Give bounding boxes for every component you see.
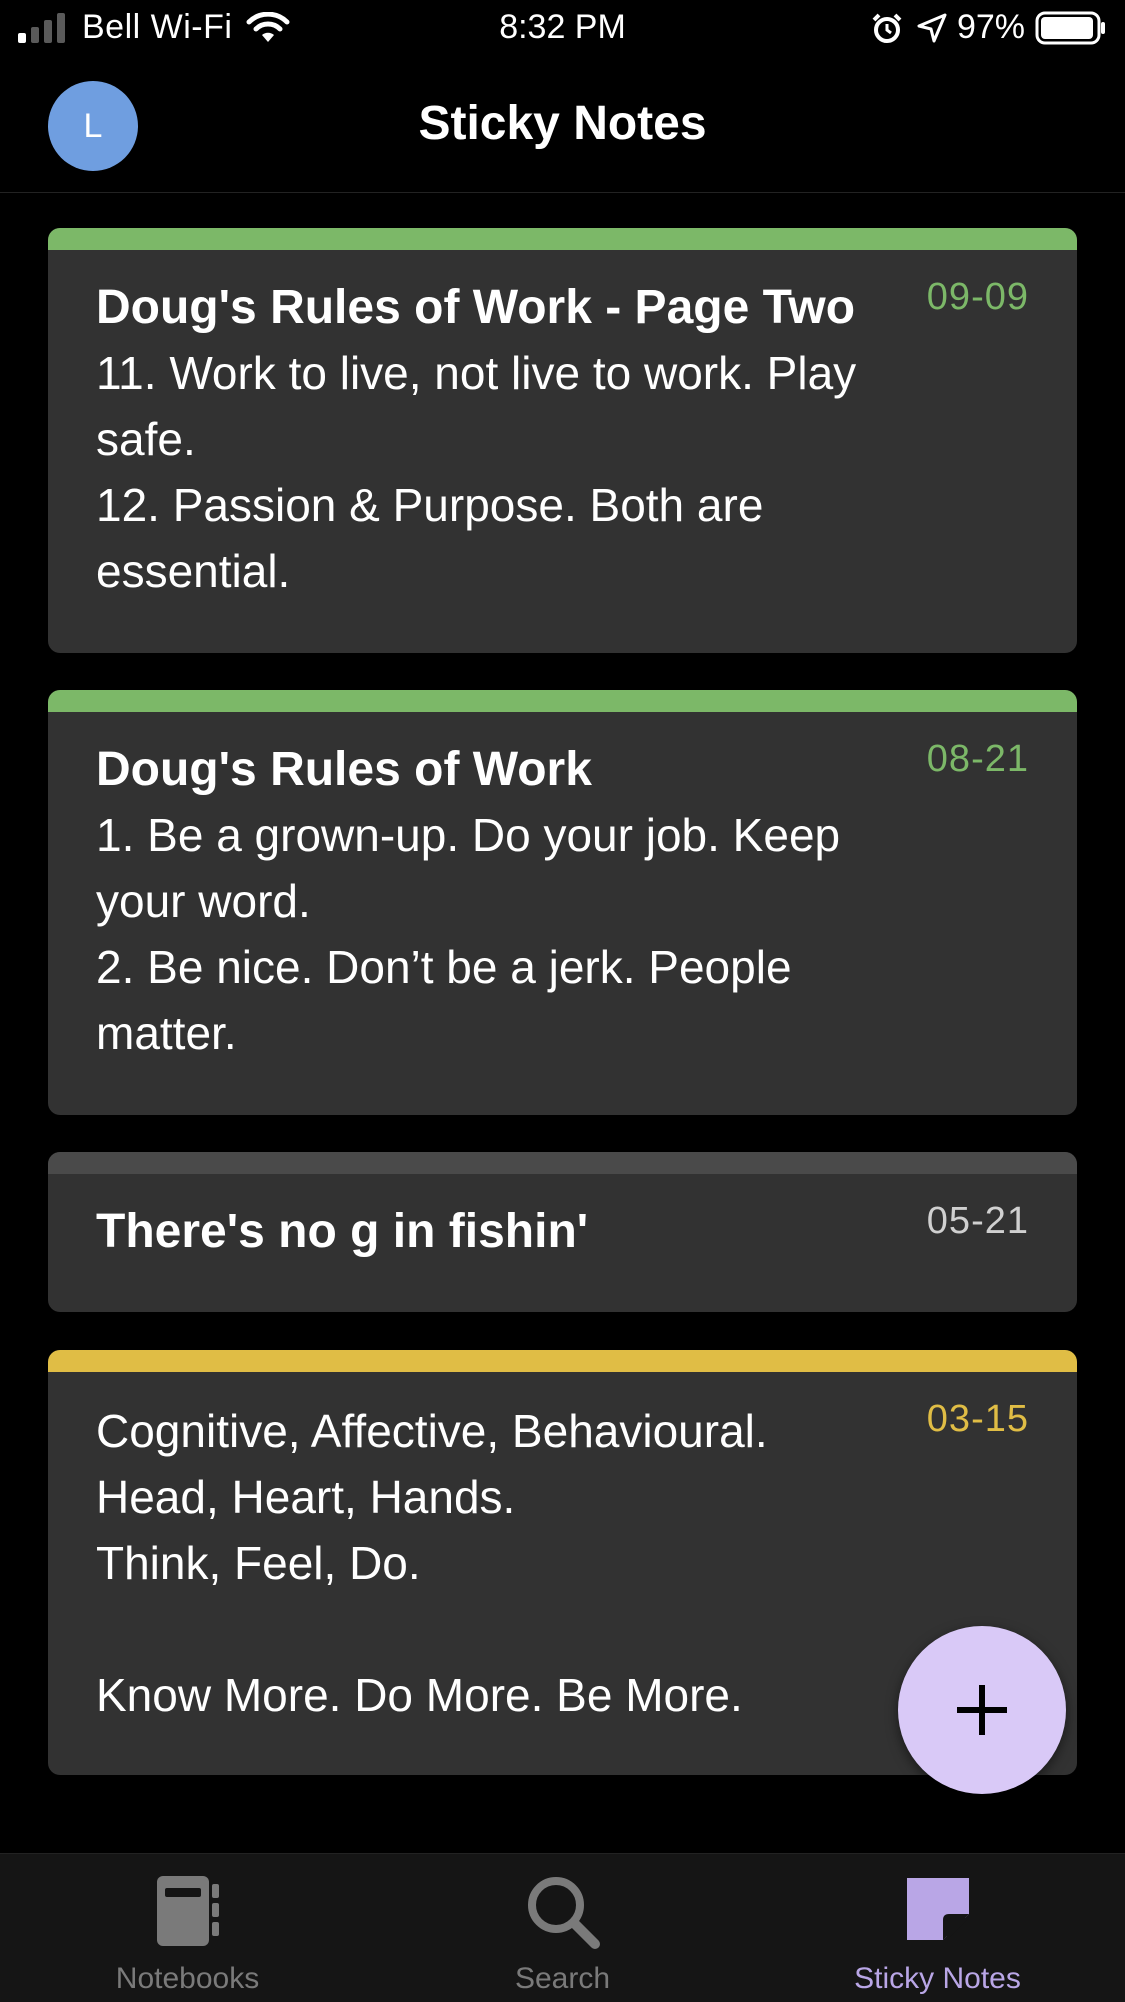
note-color-strip bbox=[48, 228, 1077, 250]
note-color-strip bbox=[48, 1350, 1077, 1372]
tab-label: Search bbox=[514, 1962, 611, 1995]
tab-bar: Notebooks Search Sticky Notes bbox=[0, 1853, 1125, 2002]
page-title: Sticky Notes bbox=[418, 97, 707, 150]
sticky-note-card[interactable]: There's no g in fishin' 05-21 bbox=[48, 1152, 1077, 1312]
note-date: 05-21 bbox=[926, 1200, 1029, 1242]
note-date: 09-09 bbox=[926, 276, 1029, 318]
plus-icon bbox=[957, 1685, 1007, 1735]
note-title: There's no g in fishin' bbox=[96, 1205, 589, 1258]
sticky-note-card[interactable]: Doug's Rules of Work - Page Two 11. Work… bbox=[48, 228, 1077, 653]
search-icon bbox=[527, 1877, 600, 1949]
tab-label: Notebooks bbox=[115, 1962, 260, 1995]
tab-sticky-notes[interactable]: Sticky Notes bbox=[750, 1854, 1125, 2002]
tab-search[interactable]: Search bbox=[375, 1854, 750, 2002]
note-body: 11. Work to live, not live to work. Play… bbox=[96, 347, 857, 597]
note-color-strip bbox=[48, 690, 1077, 712]
note-date: 03-15 bbox=[926, 1398, 1029, 1440]
location-arrow-icon bbox=[917, 13, 947, 42]
note-body: Cognitive, Affective, Behavioural. Head,… bbox=[96, 1405, 768, 1721]
note-color-strip bbox=[48, 1152, 1077, 1174]
alarm-icon bbox=[872, 13, 902, 43]
navigation-bar: L Sticky Notes bbox=[0, 58, 1125, 193]
status-bar: Bell Wi-Fi 8:32 PM 97% bbox=[0, 0, 1125, 58]
sticky-note-icon bbox=[906, 1878, 969, 1940]
add-note-button[interactable] bbox=[898, 1626, 1066, 1794]
tab-label: Sticky Notes bbox=[854, 1962, 1021, 1995]
sticky-note-card[interactable]: Doug's Rules of Work 1. Be a grown-up. D… bbox=[48, 690, 1077, 1115]
battery-percentage: 97% bbox=[956, 8, 1025, 46]
note-title: Doug's Rules of Work - Page Two bbox=[96, 281, 856, 334]
tab-notebooks[interactable]: Notebooks bbox=[0, 1854, 375, 2002]
notebook-icon bbox=[156, 1876, 219, 1946]
note-date: 08-21 bbox=[926, 738, 1029, 780]
battery-icon bbox=[1035, 11, 1105, 44]
note-title: Doug's Rules of Work bbox=[96, 743, 592, 796]
note-body: 1. Be a grown-up. Do your job. Keep your… bbox=[96, 809, 841, 1059]
